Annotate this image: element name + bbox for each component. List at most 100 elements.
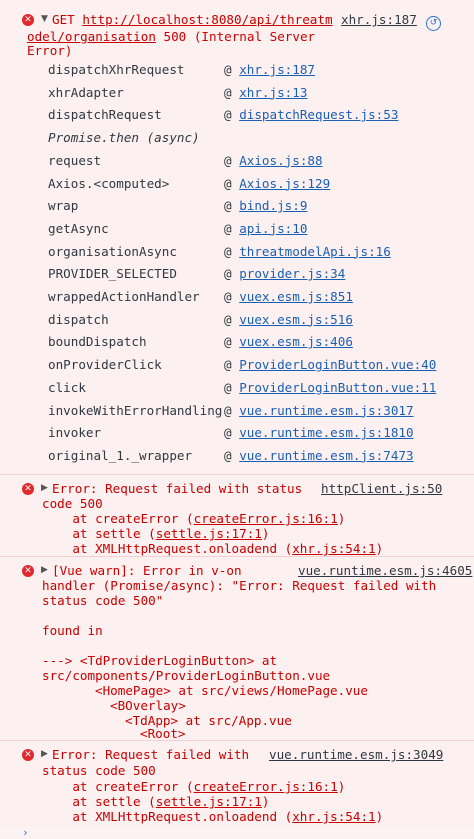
at-sign: @: [224, 198, 232, 214]
at-sign: @: [224, 357, 232, 373]
stack-function-name: invoker: [48, 425, 102, 441]
at-sign: @: [224, 266, 232, 282]
stack-source-link[interactable]: vue.runtime.esm.js:3017: [239, 403, 413, 418]
stack-function-name: getAsync: [48, 220, 109, 236]
async-boundary-label: Promise.then (async): [48, 130, 200, 146]
console-message-network-error: ✕ ▼ GET http://localhost:8080/api/threat…: [0, 0, 474, 474]
stack-function-name: wrap: [48, 198, 79, 214]
stack-source-link[interactable]: vuex.esm.js:851: [239, 289, 353, 304]
message-line-3: Error): [27, 43, 73, 58]
stack-location: @ xhr.js:13: [224, 85, 307, 100]
request-method: GET: [52, 12, 83, 27]
console-message-error: ✕ ▶ Error: Request failed with status ht…: [0, 474, 474, 557]
at-sign: @: [224, 447, 232, 463]
found-in-label: found in: [42, 623, 103, 638]
at-sign: @: [224, 311, 232, 327]
stack-location: @ ProviderLoginButton.vue:11: [224, 380, 436, 395]
at-sign: @: [224, 334, 232, 350]
stack-location: @ api.js:10: [224, 221, 307, 236]
error-icon: ✕: [22, 749, 34, 761]
triangle-right-icon[interactable]: ▶: [41, 749, 48, 759]
stack-location: @ Axios.js:88: [224, 153, 323, 168]
stack-link[interactable]: settle.js:17:1: [156, 794, 262, 809]
at-sign: @: [224, 289, 232, 304]
stack-location: @ threatmodelApi.js:16: [224, 244, 391, 259]
stack-function-name: dispatchXhrRequest: [48, 62, 185, 77]
stack-location: @ vue.runtime.esm.js:3017: [224, 403, 414, 418]
stack-location: @ bind.js:9: [224, 198, 307, 213]
stack-source-link[interactable]: dispatchRequest.js:53: [239, 107, 398, 122]
source-link[interactable]: xhr.js:187: [341, 11, 417, 28]
stack-source-link[interactable]: threatmodelApi.js:16: [239, 244, 391, 259]
stack-function-name: Axios.<computed>: [48, 175, 170, 191]
stack-location: @ provider.js:34: [224, 266, 345, 281]
stack-source-link[interactable]: xhr.js:187: [239, 62, 315, 77]
stack-location: @ xhr.js:187: [224, 62, 315, 77]
stack-link[interactable]: xhr.js:54:1: [292, 541, 375, 556]
triangle-right-icon[interactable]: ▶: [41, 483, 48, 493]
message-line-1: Error: Request failed with: [52, 747, 250, 762]
stack-source-link[interactable]: api.js:10: [239, 221, 307, 236]
stack-function-name: PROVIDER_SELECTED: [48, 266, 177, 282]
stack-function-name: xhrAdapter: [48, 84, 124, 100]
stack-location: @ vuex.esm.js:406: [224, 334, 353, 349]
at-sign: @: [224, 402, 232, 418]
stack-location: @ dispatchRequest.js:53: [224, 107, 398, 122]
stack-location: @ vuex.esm.js:851: [224, 289, 353, 304]
at-sign: @: [224, 175, 232, 191]
console-message-error: ✕ ▶ Error: Request failed with vue.runti…: [0, 740, 474, 827]
triangle-down-icon[interactable]: ▼: [41, 14, 48, 24]
error-icon: ✕: [22, 483, 34, 495]
source-link[interactable]: vue.runtime.esm.js:3049: [269, 746, 443, 763]
stack-source-link[interactable]: vue.runtime.esm.js:1810: [239, 425, 413, 440]
stack-function-name: dispatch: [48, 311, 109, 327]
at-sign: @: [224, 152, 232, 168]
stack-source-link[interactable]: Axios.js:129: [239, 176, 330, 191]
status-text: 500 (Internal Server: [155, 29, 316, 44]
message-line-3: status code 500": [42, 593, 164, 608]
stack-link[interactable]: createError.js:16:1: [194, 511, 338, 526]
message-line-1: GET http://localhost:8080/api/threatm: [52, 11, 333, 28]
stack-function-name: original_1._wrapper: [48, 447, 193, 463]
stack-line: at XMLHttpRequest.onloadend (xhr.js:54:1…: [42, 809, 384, 824]
stack-link[interactable]: xhr.js:54:1: [292, 809, 375, 824]
at-sign: @: [224, 107, 232, 123]
network-request-icon[interactable]: ↺: [426, 16, 441, 31]
stack-source-link[interactable]: vue.runtime.esm.js:7473: [239, 448, 413, 463]
stack-link[interactable]: settle.js:17:1: [156, 526, 262, 541]
stack-location: @ ProviderLoginButton.vue:40: [224, 357, 436, 372]
stack-source-link[interactable]: vuex.esm.js:516: [239, 312, 353, 327]
stack-link[interactable]: createError.js:16:1: [194, 779, 338, 794]
message-line-2: status code 500: [42, 763, 156, 778]
stack-source-link[interactable]: xhr.js:13: [239, 85, 307, 100]
stack-function-name: onProviderClick: [48, 357, 162, 373]
stack-line: at XMLHttpRequest.onloadend (xhr.js:54:1…: [42, 541, 384, 556]
request-url-link[interactable]: http://localhost:8080/api/threatm: [82, 12, 332, 27]
stack-source-link[interactable]: vuex.esm.js:406: [239, 334, 353, 349]
stack-function-name: wrappedActionHandler: [48, 289, 200, 304]
stack-function-name: click: [48, 379, 86, 395]
source-link[interactable]: httpClient.js:50: [321, 480, 442, 497]
stack-source-link[interactable]: provider.js:34: [239, 266, 345, 281]
error-icon: ✕: [22, 14, 34, 26]
stack-location: @ vue.runtime.esm.js:7473: [224, 448, 414, 463]
stack-function-name: boundDispatch: [48, 334, 147, 350]
at-sign: @: [224, 220, 232, 236]
stack-location: @ vuex.esm.js:516: [224, 312, 353, 327]
stack-function-name: dispatchRequest: [48, 107, 162, 123]
stack-source-link[interactable]: bind.js:9: [239, 198, 307, 213]
at-sign: @: [224, 62, 232, 77]
console-message-vue-warn: ✕ ▶ [Vue warn]: Error in v-on vue.runtim…: [0, 556, 474, 741]
stack-function-name: request: [48, 152, 102, 168]
stack-source-link[interactable]: ProviderLoginButton.vue:11: [239, 380, 436, 395]
stack-location: @ vue.runtime.esm.js:1810: [224, 425, 414, 440]
stack-function-name: invokeWithErrorHandling: [48, 402, 223, 418]
chevron-right-icon[interactable]: ›: [22, 826, 29, 839]
at-sign: @: [224, 379, 232, 395]
triangle-right-icon[interactable]: ▶: [41, 565, 48, 575]
at-sign: @: [224, 84, 232, 100]
stack-function-name: organisationAsync: [48, 243, 177, 259]
stack-source-link[interactable]: ProviderLoginButton.vue:40: [239, 357, 436, 372]
stack-source-link[interactable]: Axios.js:88: [239, 153, 322, 168]
stack-location: @ Axios.js:129: [224, 176, 330, 191]
